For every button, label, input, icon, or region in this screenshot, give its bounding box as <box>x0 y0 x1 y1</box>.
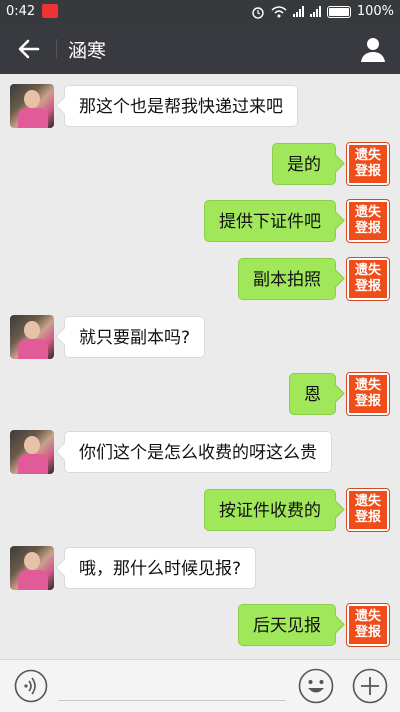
lost-notice-logo: 遗失 登报 <box>349 145 387 183</box>
message-bubble-received[interactable]: 那这个也是帮我快递过来吧 <box>64 85 298 127</box>
message-bubble-received[interactable]: 你们这个是怎么收费的呀这么贵 <box>64 431 332 473</box>
plus-icon <box>352 668 388 704</box>
message-bubble-sent[interactable]: 按证件收费的 <box>204 489 336 531</box>
contact-avatar[interactable] <box>10 315 54 359</box>
message-input[interactable] <box>58 700 286 701</box>
person-icon <box>361 38 385 62</box>
emoji-icon <box>298 668 334 704</box>
voice-icon <box>14 669 48 703</box>
contact-info-button[interactable] <box>358 34 388 64</box>
message-bubble-received[interactable]: 就只要副本吗? <box>64 316 206 358</box>
back-arrow-icon <box>18 39 40 59</box>
message-bubble-sent[interactable]: 副本拍照 <box>238 258 336 300</box>
my-avatar[interactable]: 遗失 登报 <box>346 257 390 301</box>
contact-avatar[interactable] <box>10 430 54 474</box>
message-list[interactable]: 那这个也是帮我快递过来吧 是的 遗失 登报 提供下证件吧 遗失 登报 副本拍照 遗失… <box>0 74 400 659</box>
input-bar <box>0 659 400 712</box>
battery-level: 100% <box>356 4 394 19</box>
message-bubble-received[interactable]: 哦，那什么时候见报? <box>64 547 257 589</box>
status-bar: 0:42 100% <box>0 0 400 24</box>
status-icons: 100% <box>251 4 394 19</box>
voice-input-button[interactable] <box>14 669 48 703</box>
battery-icon <box>326 5 351 18</box>
notification-icon <box>42 4 58 18</box>
back-button[interactable] <box>14 34 44 64</box>
status-time: 0:42 <box>6 4 36 19</box>
message-bubble-sent[interactable]: 恩 <box>289 373 336 415</box>
header-divider <box>56 39 57 59</box>
my-avatar[interactable]: 遗失 登报 <box>346 199 390 243</box>
message-bubble-sent[interactable]: 提供下证件吧 <box>204 200 336 242</box>
contact-avatar[interactable] <box>10 546 54 590</box>
lost-notice-logo: 遗失 登报 <box>349 202 387 240</box>
signal-icon-2 <box>309 6 321 17</box>
my-avatar[interactable]: 遗失 登报 <box>346 142 390 186</box>
emoji-button[interactable] <box>298 668 334 704</box>
lost-notice-logo: 遗失 登报 <box>349 491 387 529</box>
lost-notice-logo: 遗失 登报 <box>349 606 387 644</box>
message-bubble-sent[interactable]: 是的 <box>272 143 336 185</box>
my-avatar[interactable]: 遗失 登报 <box>346 488 390 532</box>
my-avatar[interactable]: 遗失 登报 <box>346 603 390 647</box>
contact-avatar[interactable] <box>10 84 54 128</box>
alarm-icon <box>252 6 264 19</box>
signal-icon <box>292 6 304 17</box>
chat-title: 涵寒 <box>68 40 107 62</box>
lost-notice-logo: 遗失 登报 <box>349 375 387 413</box>
chat-header: 涵寒 <box>0 24 400 74</box>
lost-notice-logo: 遗失 登报 <box>349 260 387 298</box>
my-avatar[interactable]: 遗失 登报 <box>346 372 390 416</box>
more-button[interactable] <box>352 668 388 704</box>
message-bubble-sent[interactable]: 后天见报 <box>238 604 336 646</box>
wifi-icon <box>271 5 287 17</box>
